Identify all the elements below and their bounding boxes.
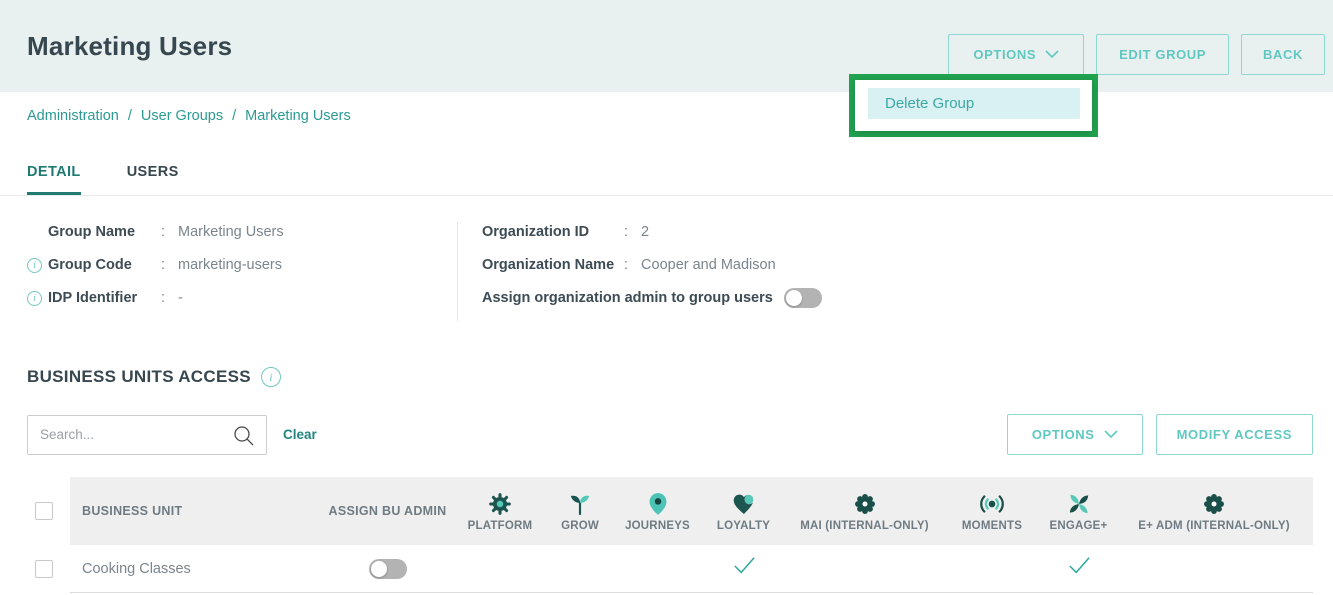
group-name-label: Group Name bbox=[48, 224, 161, 240]
moments-signal-icon bbox=[977, 491, 1007, 517]
modify-access-button-label: MODIFY ACCESS bbox=[1177, 427, 1292, 442]
organization-name-label: Organization Name bbox=[482, 257, 624, 273]
detail-panel: Group Name : Marketing Users i Group Cod… bbox=[0, 196, 1333, 335]
column-platform: PLATFORM bbox=[455, 491, 545, 532]
search-input[interactable] bbox=[28, 427, 266, 442]
chevron-down-icon bbox=[1104, 430, 1118, 439]
group-code-value: marketing-users bbox=[178, 257, 282, 273]
table-header-band: BUSINESS UNIT ASSIGN BU ADMIN PLATFORM bbox=[70, 477, 1313, 545]
column-moments: MOMENTS bbox=[942, 491, 1042, 532]
modify-access-button[interactable]: MODIFY ACCESS bbox=[1156, 414, 1313, 455]
mai-gear-icon bbox=[852, 491, 878, 517]
page-header: Marketing Users OPTIONS EDIT GROUP BACK bbox=[0, 0, 1333, 92]
assign-bu-admin-toggle[interactable] bbox=[369, 559, 407, 579]
info-icon[interactable]: i bbox=[261, 367, 281, 387]
organization-id-row: Organization ID : 2 bbox=[482, 222, 822, 242]
eplus-adm-gear-icon bbox=[1201, 491, 1227, 517]
select-all-checkbox[interactable] bbox=[35, 502, 53, 520]
assign-org-admin-toggle[interactable] bbox=[784, 288, 822, 308]
tab-bar: DETAIL USERS bbox=[0, 164, 1333, 196]
group-code-row: i Group Code : marketing-users bbox=[27, 255, 457, 275]
column-engage: ENGAGE+ bbox=[1042, 491, 1115, 532]
table-header-row: BUSINESS UNIT ASSIGN BU ADMIN PLATFORM bbox=[0, 477, 1313, 545]
breadcrumb-current-page: Marketing Users bbox=[245, 108, 351, 124]
column-assign-bu-admin: ASSIGN BU ADMIN bbox=[320, 504, 455, 518]
assign-org-admin-label: Assign organization admin to group users bbox=[482, 290, 773, 306]
column-grow: GROW bbox=[545, 491, 615, 532]
chevron-down-icon bbox=[1045, 50, 1059, 59]
organization-name-value: Cooper and Madison bbox=[641, 257, 776, 273]
assign-org-admin-row: Assign organization admin to group users bbox=[482, 288, 822, 308]
detail-right-column: Organization ID : 2 Organization Name : … bbox=[458, 222, 822, 321]
business-units-heading-label: BUSINESS UNITS ACCESS bbox=[27, 367, 251, 387]
back-button[interactable]: BACK bbox=[1241, 34, 1325, 75]
options-dropdown-menu: Delete Group bbox=[855, 80, 1092, 131]
edit-group-button[interactable]: EDIT GROUP bbox=[1096, 34, 1229, 75]
back-button-label: BACK bbox=[1263, 47, 1303, 62]
idp-identifier-label: IDP Identifier bbox=[48, 290, 161, 306]
column-eplus-adm: E+ ADM (INTERNAL-ONLY) bbox=[1115, 491, 1313, 532]
grow-sprout-icon bbox=[567, 491, 593, 517]
platform-gear-icon bbox=[487, 491, 513, 517]
business-units-toolbar: Clear OPTIONS MODIFY ACCESS bbox=[27, 414, 1313, 455]
engage-pinwheel-icon bbox=[1066, 491, 1092, 517]
search-box bbox=[27, 415, 267, 455]
page-title: Marketing Users bbox=[27, 31, 232, 62]
journeys-pin-icon bbox=[645, 491, 671, 517]
info-icon[interactable]: i bbox=[27, 258, 42, 273]
access-check-engage bbox=[1065, 555, 1093, 582]
business-unit-name: Cooking Classes bbox=[70, 561, 320, 577]
search-icon[interactable] bbox=[232, 424, 256, 453]
table-row[interactable]: Cooking Classes bbox=[0, 545, 1313, 593]
breadcrumb-user-groups[interactable]: User Groups bbox=[141, 108, 223, 124]
options-button-label: OPTIONS bbox=[973, 47, 1036, 62]
loyalty-heart-icon bbox=[731, 491, 757, 517]
bu-options-button-label: OPTIONS bbox=[1032, 427, 1095, 442]
tab-detail[interactable]: DETAIL bbox=[27, 164, 81, 195]
clear-search-link[interactable]: Clear bbox=[283, 427, 317, 442]
organization-id-label: Organization ID bbox=[482, 224, 624, 240]
column-loyalty: LOYALTY bbox=[700, 491, 787, 532]
organization-name-row: Organization Name : Cooper and Madison bbox=[482, 255, 822, 275]
row-checkbox[interactable] bbox=[35, 560, 53, 578]
annotation-highlight: Delete Group bbox=[849, 74, 1098, 137]
edit-group-button-label: EDIT GROUP bbox=[1119, 47, 1206, 62]
delete-group-label: Delete Group bbox=[885, 95, 974, 112]
column-business-unit: BUSINESS UNIT bbox=[70, 504, 320, 518]
access-check-loyalty bbox=[730, 555, 758, 582]
toolbar-actions: OPTIONS MODIFY ACCESS bbox=[1007, 414, 1313, 455]
tab-users[interactable]: USERS bbox=[127, 164, 179, 195]
group-name-value: Marketing Users bbox=[178, 224, 284, 240]
group-name-row: Group Name : Marketing Users bbox=[27, 222, 457, 242]
organization-id-value: 2 bbox=[641, 224, 649, 240]
breadcrumb: Administration / User Groups / Marketing… bbox=[27, 108, 1333, 124]
column-journeys: JOURNEYS bbox=[615, 491, 700, 532]
breadcrumb-separator: / bbox=[128, 108, 132, 124]
column-mai: MAI (INTERNAL-ONLY) bbox=[787, 491, 942, 532]
business-units-heading: BUSINESS UNITS ACCESS i bbox=[27, 367, 1333, 387]
idp-identifier-row: i IDP Identifier : - bbox=[27, 288, 457, 308]
detail-left-column: Group Name : Marketing Users i Group Cod… bbox=[27, 222, 458, 321]
header-actions: OPTIONS EDIT GROUP BACK bbox=[948, 34, 1325, 75]
breadcrumb-administration[interactable]: Administration bbox=[27, 108, 119, 124]
breadcrumb-separator: / bbox=[232, 108, 236, 124]
menu-item-delete-group[interactable]: Delete Group bbox=[868, 88, 1080, 119]
idp-identifier-value: - bbox=[178, 290, 183, 306]
options-button[interactable]: OPTIONS bbox=[948, 34, 1084, 75]
bu-options-button[interactable]: OPTIONS bbox=[1007, 414, 1143, 455]
group-code-label: Group Code bbox=[48, 257, 161, 273]
info-icon[interactable]: i bbox=[27, 291, 42, 306]
